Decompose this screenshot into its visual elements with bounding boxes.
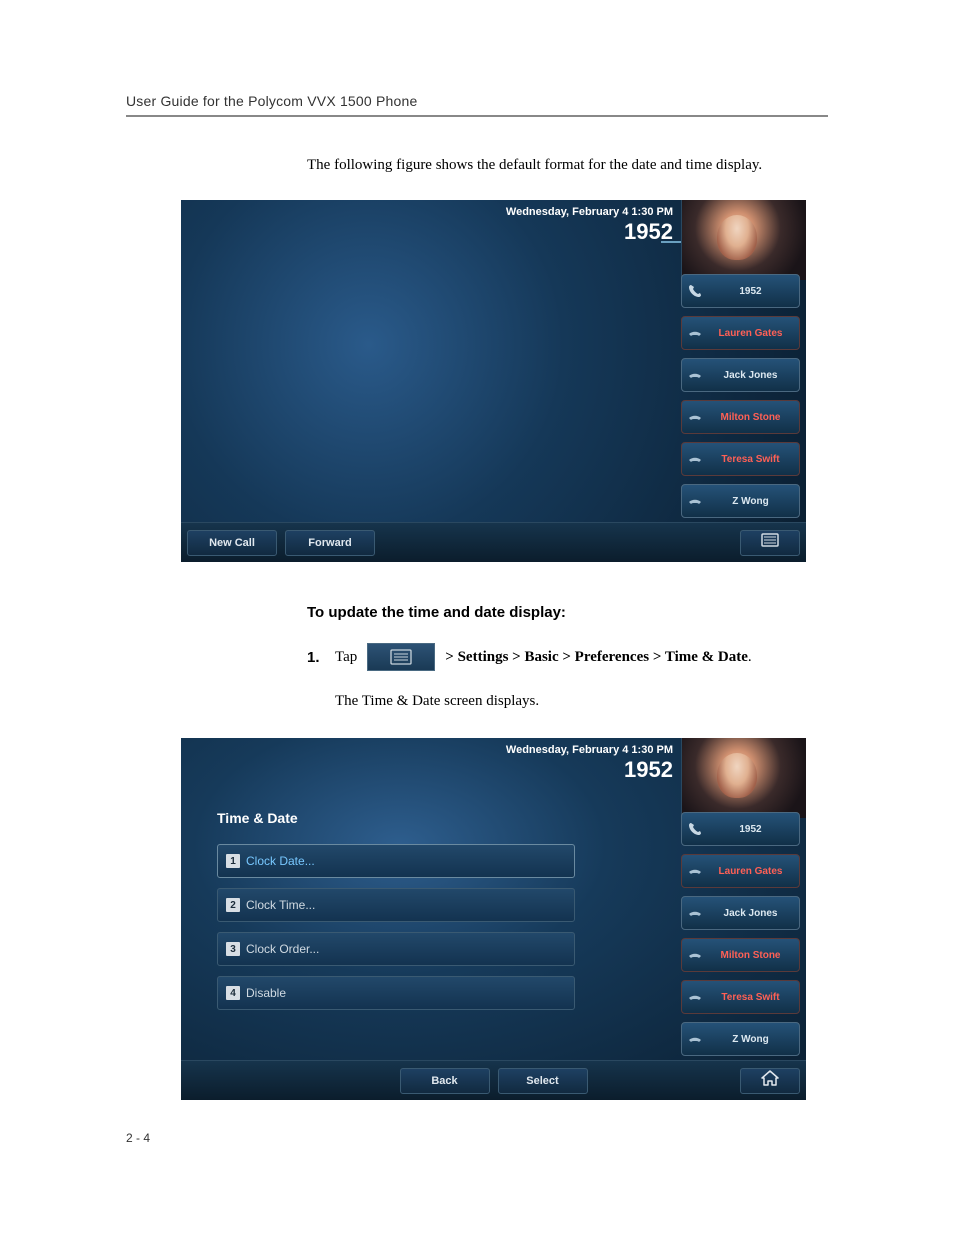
speed-dial-entry[interactable]: Z Wong xyxy=(681,484,800,518)
speed-dial-label: Teresa Swift xyxy=(708,454,793,465)
hangup-icon xyxy=(686,366,704,384)
step-path: > Settings > Basic > Preferences > Time … xyxy=(445,649,751,666)
menu-item-disable[interactable]: 4 Disable xyxy=(217,976,575,1010)
speed-dial-entry[interactable]: Z Wong xyxy=(681,1022,800,1056)
user-avatar xyxy=(681,200,806,280)
handset-icon xyxy=(686,820,704,838)
back-button[interactable]: Back xyxy=(400,1068,490,1094)
speed-dial-entry[interactable]: Teresa Swift xyxy=(681,442,800,476)
status-datetime: Wednesday, February 4 1:30 PM xyxy=(181,206,673,218)
menu-item-clock-time[interactable]: 2 Clock Time... xyxy=(217,888,575,922)
phone-time-date-screen: Wednesday, February 4 1:30 PM 1952 Time … xyxy=(181,738,806,1100)
status-bar: Wednesday, February 4 1:30 PM 1952 xyxy=(181,738,681,793)
hangup-icon xyxy=(686,1030,704,1048)
softkey-bar: New Call Forward xyxy=(181,522,806,562)
status-datetime: Wednesday, February 4 1:30 PM xyxy=(181,744,673,756)
speed-dial-entry[interactable]: Jack Jones xyxy=(681,358,800,392)
hangup-icon xyxy=(686,408,704,426)
home-icon xyxy=(761,1070,779,1091)
menu-item-clock-date[interactable]: 1 Clock Date... xyxy=(217,844,575,878)
speed-dial-list: 1952 Lauren Gates Jack Jones Milton Ston… xyxy=(681,274,800,518)
applications-button[interactable] xyxy=(740,530,800,556)
status-indicator-line xyxy=(661,241,681,243)
speed-dial-entry[interactable]: Milton Stone xyxy=(681,400,800,434)
speed-dial-label: Milton Stone xyxy=(708,950,793,961)
hangup-icon xyxy=(686,324,704,342)
speed-dial-entry[interactable]: Milton Stone xyxy=(681,938,800,972)
speed-dial-label: Z Wong xyxy=(708,496,793,507)
status-extension: 1952 xyxy=(181,757,673,783)
step-followup: The Time & Date screen displays. xyxy=(335,693,828,710)
speed-dial-label: Lauren Gates xyxy=(708,866,793,877)
speed-dial-self[interactable]: 1952 xyxy=(681,274,800,308)
status-extension: 1952 xyxy=(181,219,673,245)
speed-dial-label: Teresa Swift xyxy=(708,992,793,1003)
menu-item-number: 4 xyxy=(226,986,240,1000)
hangup-icon xyxy=(686,492,704,510)
speed-dial-label: Lauren Gates xyxy=(708,328,793,339)
select-button[interactable]: Select xyxy=(498,1068,588,1094)
applications-icon xyxy=(761,533,779,552)
menu-list: 1 Clock Date... 2 Clock Time... 3 Clock … xyxy=(217,844,575,1010)
step-tap-word: Tap xyxy=(335,649,357,666)
new-call-button[interactable]: New Call xyxy=(187,530,277,556)
instruction-heading: To update the time and date display: xyxy=(307,604,828,621)
home-button[interactable] xyxy=(740,1068,800,1094)
menu-item-clock-order[interactable]: 3 Clock Order... xyxy=(217,932,575,966)
menu-title: Time & Date xyxy=(217,810,298,826)
status-bar: Wednesday, February 4 1:30 PM 1952 xyxy=(181,200,681,255)
hangup-icon xyxy=(686,450,704,468)
menu-item-number: 2 xyxy=(226,898,240,912)
speed-dial-entry[interactable]: Lauren Gates xyxy=(681,854,800,888)
softkey-bar: Back Select xyxy=(181,1060,806,1100)
hangup-icon xyxy=(686,862,704,880)
menu-item-label: Clock Order... xyxy=(246,942,319,956)
speed-dial-label: 1952 xyxy=(708,824,793,835)
speed-dial-label: Jack Jones xyxy=(708,370,793,381)
step-1: 1. Tap > Settings > Basic > Preferences … xyxy=(307,643,828,671)
speed-dial-entry[interactable]: Teresa Swift xyxy=(681,980,800,1014)
user-avatar xyxy=(681,738,806,818)
handset-icon xyxy=(686,282,704,300)
hangup-icon xyxy=(686,946,704,964)
speed-dial-label: Z Wong xyxy=(708,1034,793,1045)
speed-dial-label: Milton Stone xyxy=(708,412,793,423)
menu-item-label: Clock Date... xyxy=(246,854,315,868)
hangup-icon xyxy=(686,904,704,922)
speed-dial-entry[interactable]: Jack Jones xyxy=(681,896,800,930)
intro-paragraph: The following figure shows the default f… xyxy=(307,157,828,174)
speed-dial-list: 1952 Lauren Gates Jack Jones Milton Ston… xyxy=(681,812,800,1056)
speed-dial-label: 1952 xyxy=(708,286,793,297)
forward-button[interactable]: Forward xyxy=(285,530,375,556)
phone-home-screen: Wednesday, February 4 1:30 PM 1952 1952 … xyxy=(181,200,806,562)
menu-item-label: Disable xyxy=(246,986,286,1000)
menu-icon-inline xyxy=(367,643,435,671)
speed-dial-label: Jack Jones xyxy=(708,908,793,919)
hangup-icon xyxy=(686,988,704,1006)
menu-item-number: 1 xyxy=(226,854,240,868)
menu-item-number: 3 xyxy=(226,942,240,956)
step-number: 1. xyxy=(307,649,325,666)
doc-header-title: User Guide for the Polycom VVX 1500 Phon… xyxy=(126,93,828,109)
menu-item-label: Clock Time... xyxy=(246,898,315,912)
speed-dial-entry[interactable]: Lauren Gates xyxy=(681,316,800,350)
page-number: 2 - 4 xyxy=(126,1131,150,1145)
speed-dial-self[interactable]: 1952 xyxy=(681,812,800,846)
